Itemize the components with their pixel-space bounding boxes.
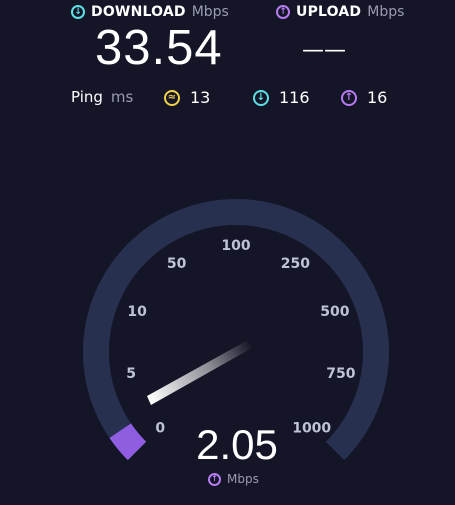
gauge-tick-label: 50 [167,256,187,272]
gauge-tick-label: 100 [221,238,250,254]
gauge-tick-label: 0 [155,421,165,437]
gauge-unit: ↑ Mbps [208,472,259,486]
gauge-tick-label: 10 [127,304,147,320]
gauge-tick-label: 750 [326,366,355,382]
gauge-tick-label: 5 [126,366,136,382]
gauge-tick-label: 500 [320,304,349,320]
gauge-tick-label: 250 [281,256,310,272]
gauge-current-value: 2.05 [196,421,278,468]
gauge-unit-label: Mbps [227,472,259,486]
upload-arrow-icon: ↑ [208,472,221,486]
gauge-tick-label: 1000 [292,421,331,437]
gauge-needle [147,340,252,405]
gauge-progress [109,423,147,461]
